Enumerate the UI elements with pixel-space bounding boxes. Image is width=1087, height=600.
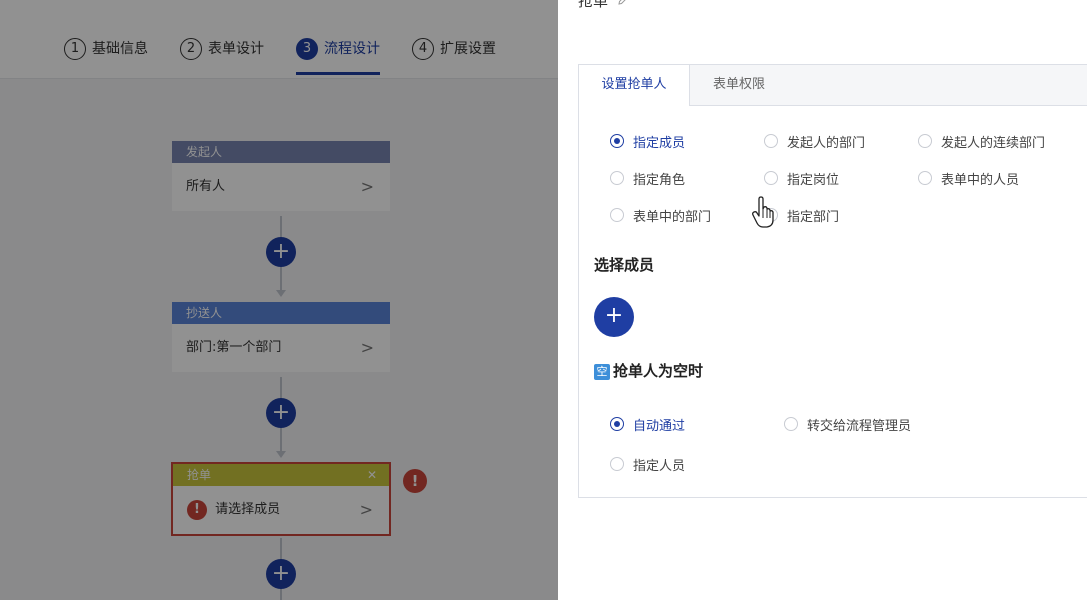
- empty-badge-icon: 空: [594, 364, 610, 380]
- option-label: 指定人员: [633, 458, 686, 474]
- select-members-title: 选择成员: [594, 256, 655, 274]
- radio-dot: [610, 417, 624, 431]
- option-designated-role[interactable]: 指定角色: [610, 168, 685, 188]
- tab-bar: 设置抢单人 表单权限: [579, 65, 1087, 106]
- option-form-person[interactable]: 表单中的人员: [918, 168, 1019, 188]
- option-label: 发起人的连续部门: [941, 135, 1046, 151]
- option-label: 指定岗位: [787, 172, 840, 188]
- radio-dot: [610, 208, 624, 222]
- node-settings-drawer: 抢单 设置抢单人 表单权限 指定成员 发起人的部门 发起人的连续部门 指定角色 …: [558, 0, 1087, 600]
- radio-dot: [764, 134, 778, 148]
- modal-overlay[interactable]: [0, 0, 558, 600]
- radio-dot: [918, 171, 932, 185]
- empty-grabber-title: 空抢单人为空时: [594, 360, 703, 381]
- option-label: 指定成员: [633, 135, 686, 151]
- option-label: 指定角色: [633, 172, 686, 188]
- settings-card: 设置抢单人 表单权限 指定成员 发起人的部门 发起人的连续部门 指定角色 指定岗…: [578, 64, 1087, 498]
- radio-dot: [610, 457, 624, 471]
- option-initiator-department[interactable]: 发起人的部门: [764, 131, 865, 151]
- empty-grabber-title-text: 抢单人为空时: [613, 362, 704, 380]
- add-member-button[interactable]: +: [594, 297, 634, 337]
- radio-dot: [918, 134, 932, 148]
- option-label: 发起人的部门: [787, 135, 866, 151]
- option-initiator-continuous-department[interactable]: 发起人的连续部门: [918, 131, 1045, 151]
- option-label: 表单中的部门: [633, 209, 712, 225]
- radio-dot: [610, 171, 624, 185]
- tab-form-permission[interactable]: 表单权限: [689, 65, 789, 105]
- radio-dot: [764, 171, 778, 185]
- option-transfer-to-admin[interactable]: 转交给流程管理员: [784, 414, 911, 434]
- option-auto-pass[interactable]: 自动通过: [610, 414, 685, 434]
- hand-cursor-icon: [752, 196, 774, 228]
- option-designated-person[interactable]: 指定人员: [610, 454, 685, 474]
- option-label: 表单中的人员: [941, 172, 1020, 188]
- option-label: 转交给流程管理员: [807, 418, 912, 434]
- option-label: 自动通过: [633, 418, 686, 434]
- pencil-icon[interactable]: [617, 0, 629, 6]
- radio-dot: [610, 134, 624, 148]
- option-label: 指定部门: [787, 209, 840, 225]
- workflow-canvas: 1 基础信息 2 表单设计 3 流程设计 4 扩展设置 发起人 所有人 > + …: [0, 0, 558, 600]
- drawer-title-text: 抢单: [578, 0, 609, 10]
- option-designated-position[interactable]: 指定岗位: [764, 168, 839, 188]
- radio-dot: [784, 417, 798, 431]
- option-form-department[interactable]: 表单中的部门: [610, 205, 711, 225]
- option-designated-member[interactable]: 指定成员: [610, 131, 685, 151]
- drawer-title: 抢单: [578, 0, 629, 11]
- tab-set-grabber[interactable]: 设置抢单人: [579, 65, 690, 106]
